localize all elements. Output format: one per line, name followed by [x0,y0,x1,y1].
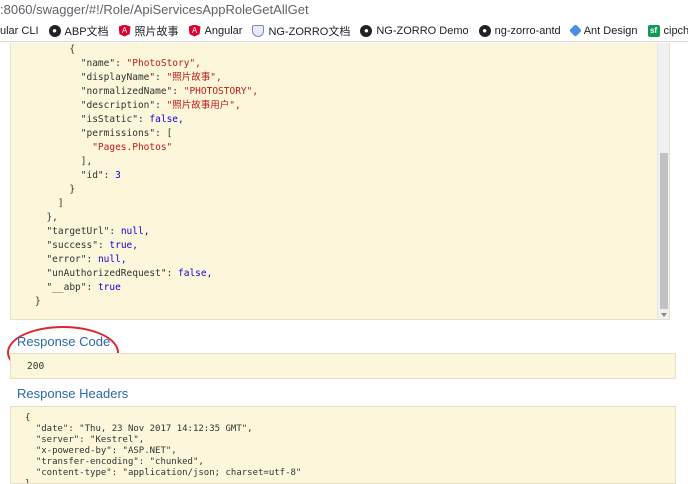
bookmarks-bar: ular CLI ● ABP文档 A 照片故事 A Angular NG-ZOR… [0,20,688,42]
bookmark-label: Angular [204,24,243,37]
code-line: } [25,479,31,484]
response-body-scrollbar[interactable] [657,43,669,319]
bookmark-abp-docs[interactable]: ● ABP文档 [48,23,109,39]
address-url[interactable]: :8060/swagger/#!/Role/ApiServicesAppRole… [0,2,309,17]
bookmark-ant-design[interactable]: Ant Design [568,24,638,37]
angular-icon: A [188,24,201,37]
bookmark-ng-zorro-antd[interactable]: ● ng-zorro-antd [478,24,561,37]
code-line: } [35,296,41,307]
code-line: "x-powered-by": "ASP.NET", [25,446,177,456]
response-body-json: { "name": "PhotoStory", "displayName": "… [35,43,655,309]
code-line: "unAuthorizedRequest": false, [46,268,213,279]
swagger-page: { "name": "PhotoStory", "displayName": "… [0,43,688,484]
code-line: "displayName": "照片故事", [80,72,222,83]
bookmark-label: ular CLI [0,24,39,37]
code-line: "server": "Kestrel", [25,435,145,445]
code-line: "date": "Thu, 23 Nov 2017 14:12:35 GMT", [25,424,253,434]
response-code-value: 200 [27,361,45,372]
bookmark-label: 照片故事 [134,25,179,38]
code-line: ], [35,156,93,167]
bookmark-label: NG-ZORRO文档 [268,25,351,38]
github-icon: ● [478,24,491,37]
bookmark-cipchk-blog[interactable]: sf cipchk blog [647,24,688,37]
code-line: "targetUrl": null, [46,226,150,237]
code-line: }, [35,212,58,223]
code-line: "permissions": [ [80,128,173,139]
scroll-down-arrow-icon[interactable] [661,313,667,317]
code-line: "content-type": "application/json; chars… [25,468,302,478]
response-headers-json: { "date": "Thu, 23 Nov 2017 14:12:35 GMT… [25,413,302,484]
bookmark-photo-story[interactable]: A 照片故事 [118,23,179,39]
code-line: { [35,44,76,55]
code-line: ] [35,198,64,209]
bookmark-label: Ant Design [583,24,638,37]
response-headers-title: Response Headers [17,386,129,401]
code-line: "isStatic": false, [80,114,184,125]
bookmark-label: ng-zorro-antd [494,24,561,37]
github-icon: ● [360,24,373,37]
address-bar[interactable]: :8060/swagger/#!/Role/ApiServicesAppRole… [0,0,688,20]
sf-icon: sf [647,24,660,37]
response-code-panel: 200 [10,353,676,379]
code-line: "normalizedName": "PHOTOSTORY", [80,86,259,97]
angular-icon: A [118,24,131,37]
bookmark-label: ABP文档 [64,25,109,38]
code-line: "description": "照片故事用户", [80,100,241,111]
scrollbar-thumb[interactable] [660,153,668,309]
response-body-panel[interactable]: { "name": "PhotoStory", "displayName": "… [10,43,670,320]
code-line: "error": null, [46,254,127,265]
bookmark-angular-cli[interactable]: ular CLI [0,25,39,37]
code-line: "Pages.Photos" [35,142,173,153]
code-line: { [25,413,31,423]
bookmark-label: cipchk blog [663,24,688,37]
code-line: "name": "PhotoStory", [80,58,201,69]
code-line: } [35,184,76,195]
bookmark-label: NG-ZORRO Demo [376,24,469,37]
code-line: "__abp": true [46,282,121,293]
github-icon: ● [48,24,61,37]
bookmark-ng-zorro-docs[interactable]: NG-ZORRO文档 [252,23,350,39]
response-headers-panel[interactable]: { "date": "Thu, 23 Nov 2017 14:12:35 GMT… [10,406,676,484]
bookmark-angular[interactable]: A Angular [188,24,243,37]
bookmark-ng-zorro-demo[interactable]: ● NG-ZORRO Demo [360,24,469,37]
response-code-title: Response Code [17,334,111,349]
code-line: "id": 3 [80,170,121,181]
code-line: "success": true, [46,240,138,251]
ant-design-icon [568,24,582,37]
shield-icon [252,24,265,37]
code-line: "transfer-encoding": "chunked", [25,457,204,467]
